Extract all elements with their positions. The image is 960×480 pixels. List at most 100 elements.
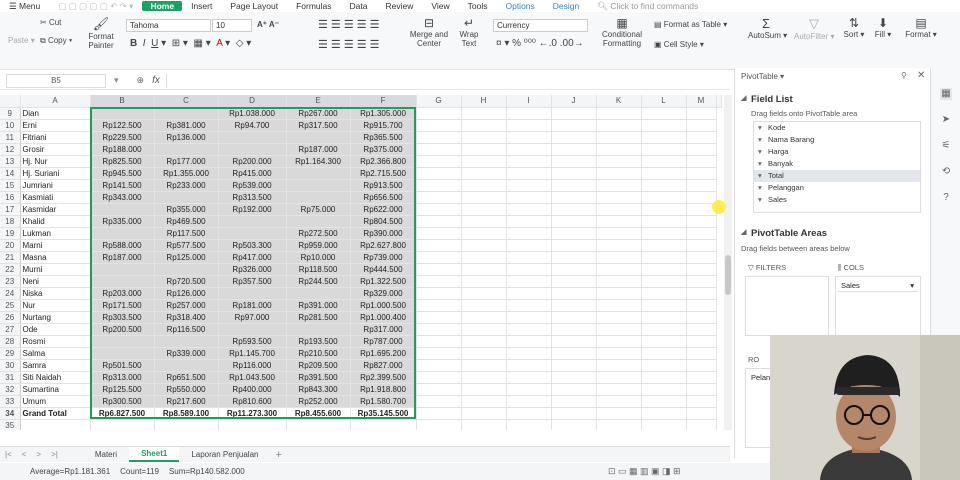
empty-cell[interactable] [596,275,642,288]
empty-cell[interactable] [596,371,642,384]
empty-cell[interactable] [686,383,717,396]
empty-cell[interactable] [506,263,552,276]
empty-cell[interactable] [596,359,642,372]
sheet-tab-materi[interactable]: Materi [83,448,129,461]
value-cell[interactable]: Rp317.000 [350,323,417,336]
value-cell[interactable]: Rp945.500 [90,167,155,180]
empty-cell[interactable] [596,335,642,348]
empty-cell[interactable] [461,383,507,396]
next-sheet-icon[interactable]: > [31,450,46,459]
view-mode-icons[interactable]: ⊡ ▭ ▦ ▥ ▣ ◨ ⊞ [608,466,681,477]
format-as-table-button[interactable]: ▤ Format as Table ▾ [654,20,727,29]
value-cell[interactable] [154,359,219,372]
empty-cell[interactable] [506,251,552,264]
value-cell[interactable]: Rp843.300 [286,383,351,396]
empty-cell[interactable] [461,407,507,420]
row-label-cell[interactable]: Jumriani [20,179,91,192]
empty-cell[interactable] [551,311,597,324]
column-header[interactable]: L [641,95,687,108]
value-cell[interactable]: Rp193.500 [286,335,351,348]
empty-cell[interactable] [641,179,687,192]
value-cell[interactable]: Rp209.500 [286,359,351,372]
empty-cell[interactable] [686,119,717,132]
empty-cell[interactable] [596,323,642,336]
value-cell[interactable]: Rp1.043.500 [218,371,287,384]
value-cell[interactable]: Rp381.000 [154,119,219,132]
empty-cell[interactable] [596,251,642,264]
row-number[interactable]: 12 [0,143,21,156]
value-cell[interactable]: Rp804.500 [350,215,417,228]
value-cell[interactable]: Rp1.918.800 [350,383,417,396]
empty-cell[interactable] [641,131,687,144]
value-cell[interactable]: Rp11.273.300 [218,407,287,420]
empty-cell[interactable] [461,179,507,192]
empty-cell[interactable] [641,335,687,348]
value-cell[interactable]: Rp192.000 [218,203,287,216]
row-label-cell[interactable]: Salma [20,347,91,360]
value-cell[interactable]: Rp10.000 [286,251,351,264]
value-cell[interactable]: Rp252.000 [286,395,351,408]
empty-cell[interactable] [461,299,507,312]
empty-cell[interactable] [641,299,687,312]
font-grow-icon[interactable]: A⁺ A⁻ [257,20,279,29]
value-cell[interactable]: Rp375.000 [350,143,417,156]
value-cell[interactable]: Rp588.000 [90,239,155,252]
value-cell[interactable]: Rp501.500 [90,359,155,372]
row-number[interactable]: 11 [0,131,21,144]
name-box-dropdown-icon[interactable]: ▾ [114,75,119,86]
value-cell[interactable]: Rp1.145.700 [218,347,287,360]
empty-cell[interactable] [686,299,717,312]
empty-cell[interactable] [596,383,642,396]
value-cell[interactable]: Rp343.000 [90,191,155,204]
value-cell[interactable]: Rp335.000 [90,215,155,228]
format-painter-button[interactable]: 🖌︎ Format Painter [86,16,116,50]
empty-cell[interactable] [641,323,687,336]
font-format-icons[interactable]: B I U ▾ ⊞ ▾ ▦ ▾ A ▾ ◇ ▾ [130,38,251,49]
value-cell[interactable]: Rp339.000 [154,347,219,360]
value-cell[interactable]: Rp810.600 [218,395,287,408]
empty-cell[interactable] [461,419,507,430]
add-sheet-icon[interactable]: + [270,449,286,461]
value-cell[interactable]: Rp656.500 [350,191,417,204]
row-number[interactable]: 22 [0,263,21,276]
row-label-cell[interactable]: Siti Naidah [20,371,91,384]
value-cell[interactable]: Rp827.000 [350,359,417,372]
value-cell[interactable]: Rp257.000 [154,299,219,312]
empty-cell[interactable] [461,131,507,144]
row-number[interactable]: 9 [0,107,21,120]
value-cell[interactable]: Rp188.000 [90,143,155,156]
value-cell[interactable]: Rp622.000 [350,203,417,216]
row-label-cell[interactable]: Nurtang [20,311,91,324]
empty-cell[interactable] [641,419,687,430]
value-cell[interactable] [218,227,287,240]
empty-cell[interactable] [641,239,687,252]
column-header[interactable]: M [686,95,717,108]
pivot-field-item[interactable]: Banyak [754,158,920,170]
row-number[interactable]: 20 [0,239,21,252]
row-label-cell[interactable]: Grosir [20,143,91,156]
value-cell[interactable]: Rp272.500 [286,227,351,240]
menu-button[interactable]: ☰ Menu [0,1,49,12]
value-cell[interactable]: Rp171.500 [90,299,155,312]
value-cell[interactable]: Rp959.000 [286,239,351,252]
empty-cell[interactable] [686,131,717,144]
empty-cell[interactable] [461,203,507,216]
empty-cell[interactable] [551,299,597,312]
empty-cell[interactable] [551,215,597,228]
empty-cell[interactable] [686,143,717,156]
column-header[interactable]: B [90,95,155,108]
value-cell[interactable]: Rp539.000 [218,179,287,192]
empty-cell[interactable] [551,179,597,192]
empty-cell[interactable] [686,107,717,120]
value-cell[interactable]: Rp244.500 [286,275,351,288]
empty-cell[interactable] [641,263,687,276]
empty-cell[interactable] [641,107,687,120]
empty-cell[interactable] [686,371,717,384]
empty-cell[interactable] [641,407,687,420]
search-commands[interactable]: 🔍︎ Click to find commands [588,1,707,12]
empty-cell[interactable] [596,191,642,204]
empty-cell[interactable] [461,227,507,240]
name-box[interactable]: B5 [6,73,106,88]
empty-cell[interactable] [596,119,642,132]
value-cell[interactable] [154,191,219,204]
